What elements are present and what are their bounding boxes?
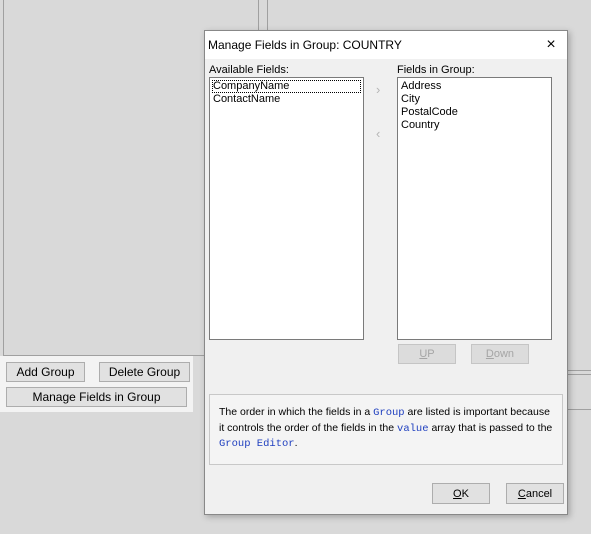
info-code-group-editor: Group Editor <box>219 438 295 450</box>
up-accel: U <box>419 348 428 360</box>
info-code-group: Group <box>373 407 405 419</box>
ok-rest: K <box>461 487 469 500</box>
info-text: The order in which the fields in a <box>219 406 374 418</box>
delete-group-button[interactable]: Delete Group <box>99 362 190 382</box>
info-text: array that is passed to the <box>428 421 553 434</box>
list-item[interactable]: Address <box>400 80 549 93</box>
up-rest: P <box>427 348 435 360</box>
background-divider <box>568 374 591 375</box>
background-divider <box>568 370 591 371</box>
move-right-icon[interactable]: › <box>376 82 380 97</box>
list-item[interactable]: PostalCode <box>400 106 549 119</box>
background-divider <box>568 409 591 410</box>
list-item[interactable]: Country <box>400 119 549 132</box>
cancel-rest: ancel <box>525 487 553 500</box>
cancel-button[interactable]: Cancel <box>506 483 564 504</box>
list-item[interactable]: ContactName <box>212 93 361 106</box>
add-group-button[interactable]: Add Group <box>6 362 85 382</box>
list-item[interactable]: CompanyName <box>212 80 361 93</box>
down-button[interactable]: Down <box>471 344 529 364</box>
close-icon[interactable]: × <box>543 36 559 53</box>
info-note: The order in which the fields in a Group… <box>209 394 563 465</box>
ok-button[interactable]: OK <box>432 483 490 504</box>
fields-in-group-label: Fields in Group: <box>397 64 475 76</box>
dialog-title: Manage Fields in Group: COUNTRY <box>208 38 402 52</box>
available-fields-label: Available Fields: <box>209 64 289 76</box>
background-divider <box>3 0 4 356</box>
manage-fields-dialog: Manage Fields in Group: COUNTRY × Availa… <box>204 30 568 515</box>
up-button[interactable]: UP <box>398 344 456 364</box>
move-left-icon[interactable]: ‹ <box>376 126 380 141</box>
info-code-value: value <box>397 422 429 435</box>
ok-accel: O <box>453 487 462 500</box>
background-divider <box>267 0 268 30</box>
info-text: . <box>294 437 298 449</box>
available-fields-list[interactable]: CompanyName ContactName <box>209 77 364 340</box>
background-divider <box>258 0 259 30</box>
cancel-accel: C <box>517 487 526 500</box>
dialog-titlebar: Manage Fields in Group: COUNTRY × <box>205 31 567 59</box>
down-accel: D <box>485 348 494 360</box>
list-item[interactable]: City <box>400 93 549 106</box>
down-rest: own <box>493 348 515 360</box>
fields-in-group-list[interactable]: Address City PostalCode Country <box>397 77 552 340</box>
manage-fields-button[interactable]: Manage Fields in Group <box>6 387 187 407</box>
